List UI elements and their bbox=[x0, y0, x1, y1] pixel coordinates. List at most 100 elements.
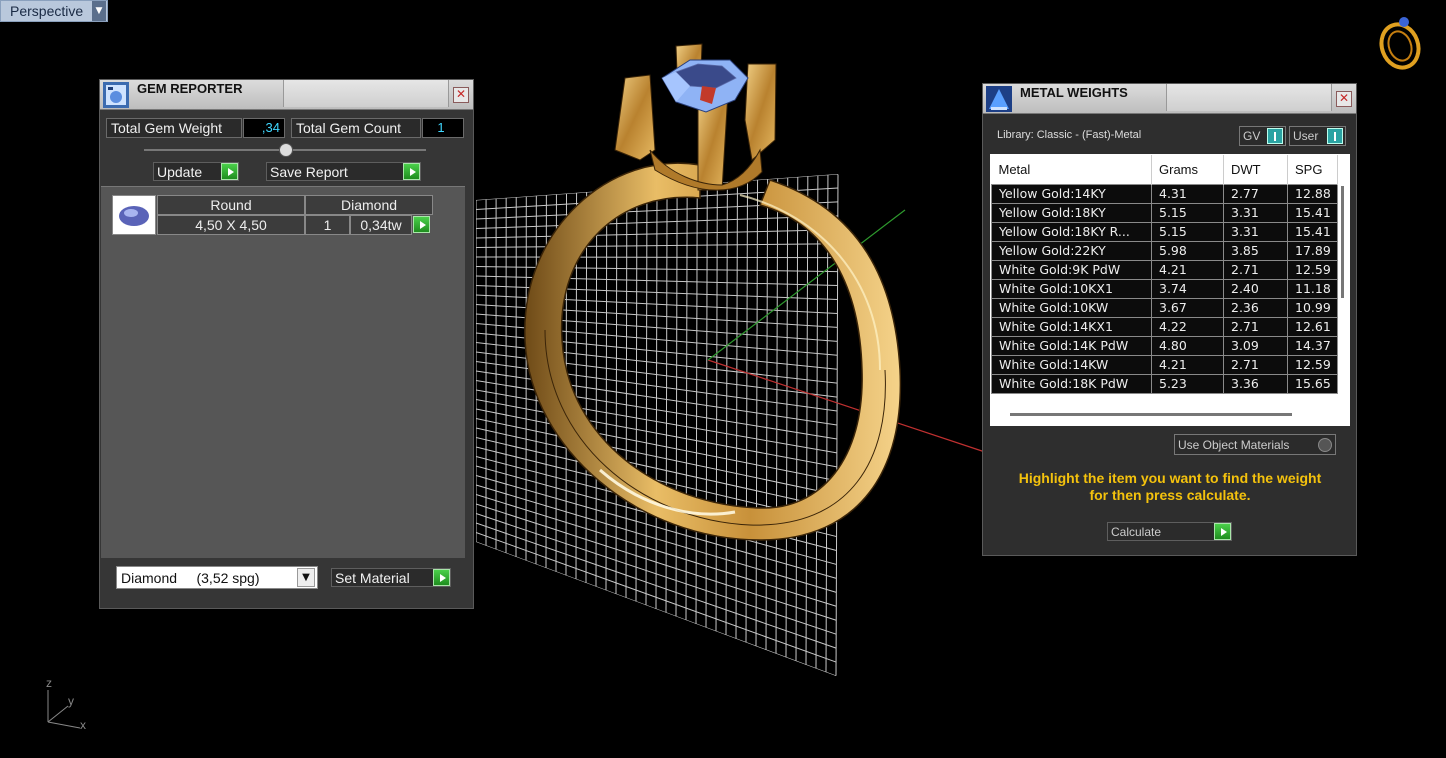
gem-list: Round Diamond 4,50 X 4,50 1 0,34tw bbox=[101, 186, 465, 558]
update-button[interactable]: Update bbox=[153, 162, 239, 181]
cell-grams: 4.80 bbox=[1151, 335, 1224, 356]
calculate-button-label: Calculate bbox=[1111, 524, 1162, 539]
cell-dwt: 3.09 bbox=[1223, 335, 1288, 356]
cell-spg: 14.37 bbox=[1287, 335, 1338, 356]
use-object-materials-label: Use Object Materials bbox=[1178, 437, 1290, 452]
grid-line bbox=[715, 182, 718, 632]
grid-line bbox=[705, 183, 708, 628]
gem-thumbnail[interactable] bbox=[112, 195, 156, 235]
cell-metal: Yellow Gold:18KY bbox=[991, 202, 1152, 223]
play-icon bbox=[1214, 523, 1231, 540]
calculate-button[interactable]: Calculate bbox=[1107, 522, 1232, 541]
table-row[interactable]: White Gold:10KX1 3.74 2.40 11.18 bbox=[991, 278, 1338, 299]
material-select-value: Diamond (3,52 spg) bbox=[121, 569, 260, 586]
cell-grams: 5.15 bbox=[1151, 202, 1224, 223]
cell-metal: Yellow Gold:14KY bbox=[991, 183, 1152, 204]
save-report-button-label: Save Report bbox=[270, 163, 348, 180]
close-icon[interactable]: ✕ bbox=[453, 86, 469, 103]
grid-line bbox=[675, 185, 678, 617]
metal-weights-table: Metal Grams DWT SPG Yellow Gold:14KY 4.31… bbox=[991, 155, 1338, 394]
gem-size: 4,50 X 4,50 bbox=[157, 215, 305, 235]
total-gem-count-label: Total Gem Count bbox=[291, 118, 421, 138]
cell-grams: 3.67 bbox=[1151, 297, 1224, 318]
column-header-spg[interactable]: SPG bbox=[1287, 155, 1338, 184]
instruction-line-1: Highlight the item you want to find the … bbox=[1018, 470, 1322, 486]
cell-metal: White Gold:14KX1 bbox=[991, 316, 1152, 337]
ring-logo-icon[interactable] bbox=[1376, 17, 1425, 73]
cell-spg: 12.59 bbox=[1287, 354, 1338, 375]
cell-spg: 15.41 bbox=[1287, 221, 1338, 242]
table-row[interactable]: White Gold:10KW 3.67 2.36 10.99 bbox=[991, 297, 1338, 318]
cell-spg: 12.88 bbox=[1287, 183, 1338, 204]
user-toggle[interactable]: User bbox=[1289, 126, 1346, 146]
gem-weight: 0,34tw bbox=[350, 215, 412, 235]
grid-line bbox=[725, 181, 728, 636]
cell-dwt: 2.77 bbox=[1223, 183, 1288, 204]
gv-toggle[interactable]: GV bbox=[1239, 126, 1286, 146]
table-row[interactable]: White Gold:18K PdW 5.23 3.36 15.65 bbox=[991, 373, 1338, 394]
cell-dwt: 3.31 bbox=[1223, 202, 1288, 223]
cell-dwt: 3.36 bbox=[1223, 373, 1288, 394]
cell-spg: 12.59 bbox=[1287, 259, 1338, 280]
cell-metal: White Gold:14K PdW bbox=[991, 335, 1152, 356]
toggle-indicator-icon bbox=[1267, 128, 1283, 144]
cell-metal: Yellow Gold:18KY R... bbox=[991, 221, 1152, 242]
column-header-metal[interactable]: Metal bbox=[991, 155, 1152, 184]
horizontal-scrollbar[interactable] bbox=[1010, 413, 1292, 416]
set-material-button[interactable]: Set Material bbox=[331, 568, 451, 587]
set-material-button-label: Set Material bbox=[335, 569, 410, 586]
cell-grams: 4.21 bbox=[1151, 259, 1224, 280]
grid-line bbox=[665, 186, 668, 613]
material-select[interactable]: Diamond (3,52 spg) ▼ bbox=[116, 566, 318, 589]
total-gem-count-value: 1 bbox=[422, 118, 464, 138]
instruction-line-2: for then press calculate. bbox=[1089, 487, 1251, 503]
table-row[interactable]: White Gold:14KW 4.21 2.71 12.59 bbox=[991, 354, 1338, 375]
cell-spg: 10.99 bbox=[1287, 297, 1338, 318]
ring-model[interactable] bbox=[524, 43, 902, 541]
gem-detail-play-icon[interactable] bbox=[413, 216, 430, 233]
cell-grams: 5.15 bbox=[1151, 221, 1224, 242]
diamond-gem[interactable] bbox=[661, 59, 749, 113]
play-icon bbox=[403, 163, 420, 180]
cell-metal: Yellow Gold:22KY bbox=[991, 240, 1152, 261]
cell-spg: 11.18 bbox=[1287, 278, 1338, 299]
cell-grams: 5.98 bbox=[1151, 240, 1224, 261]
panel-title: METAL WEIGHTS bbox=[1020, 85, 1128, 100]
cell-dwt: 2.71 bbox=[1223, 354, 1288, 375]
table-row[interactable]: Yellow Gold:22KY 5.98 3.85 17.89 bbox=[991, 240, 1338, 261]
grid-line bbox=[695, 184, 698, 624]
size-slider-thumb[interactable] bbox=[279, 143, 293, 157]
chevron-down-icon[interactable]: ▼ bbox=[297, 568, 315, 587]
table-row[interactable]: White Gold:14K PdW 4.80 3.09 14.37 bbox=[991, 335, 1338, 356]
column-header-grams[interactable]: Grams bbox=[1151, 155, 1224, 184]
play-icon bbox=[433, 569, 450, 586]
cell-dwt: 3.85 bbox=[1223, 240, 1288, 261]
cell-spg: 17.89 bbox=[1287, 240, 1338, 261]
cell-metal: White Gold:14KW bbox=[991, 354, 1152, 375]
table-row[interactable]: White Gold:9K PdW 4.21 2.71 12.59 bbox=[991, 259, 1338, 280]
gem-reporter-icon bbox=[103, 81, 129, 108]
chevron-down-icon[interactable]: ▼ bbox=[92, 1, 106, 21]
table-row[interactable]: White Gold:14KX1 4.22 2.71 12.61 bbox=[991, 316, 1338, 337]
library-label: Library: Classic - (Fast)-Metal bbox=[997, 129, 1142, 141]
cell-spg: 15.41 bbox=[1287, 202, 1338, 223]
save-report-button[interactable]: Save Report bbox=[266, 162, 421, 181]
vertical-scrollbar[interactable] bbox=[1341, 186, 1344, 298]
table-row[interactable]: Yellow Gold:18KY R... 5.15 3.31 15.41 bbox=[991, 221, 1338, 242]
cell-spg: 12.61 bbox=[1287, 316, 1338, 337]
metal-weights-icon bbox=[986, 85, 1012, 112]
header-tab-area bbox=[283, 80, 449, 107]
use-object-materials-toggle[interactable]: Use Object Materials bbox=[1174, 434, 1336, 455]
table-row[interactable]: Yellow Gold:18KY 5.15 3.31 15.41 bbox=[991, 202, 1338, 223]
gem-material: Diamond bbox=[305, 195, 433, 215]
user-toggle-label: User bbox=[1293, 129, 1319, 143]
gem-reporter-header[interactable]: GEM REPORTER ✕ bbox=[100, 80, 473, 110]
column-header-dwt[interactable]: DWT bbox=[1223, 155, 1288, 184]
metal-weights-header[interactable]: METAL WEIGHTS ✕ bbox=[983, 84, 1356, 114]
cell-metal: White Gold:18K PdW bbox=[991, 373, 1152, 394]
cell-grams: 5.23 bbox=[1151, 373, 1224, 394]
table-row[interactable]: Yellow Gold:14KY 4.31 2.77 12.88 bbox=[991, 183, 1338, 204]
cell-dwt: 2.71 bbox=[1223, 259, 1288, 280]
viewport-name-tab[interactable]: Perspective ▼ bbox=[0, 0, 108, 22]
close-icon[interactable]: ✕ bbox=[1336, 90, 1352, 107]
